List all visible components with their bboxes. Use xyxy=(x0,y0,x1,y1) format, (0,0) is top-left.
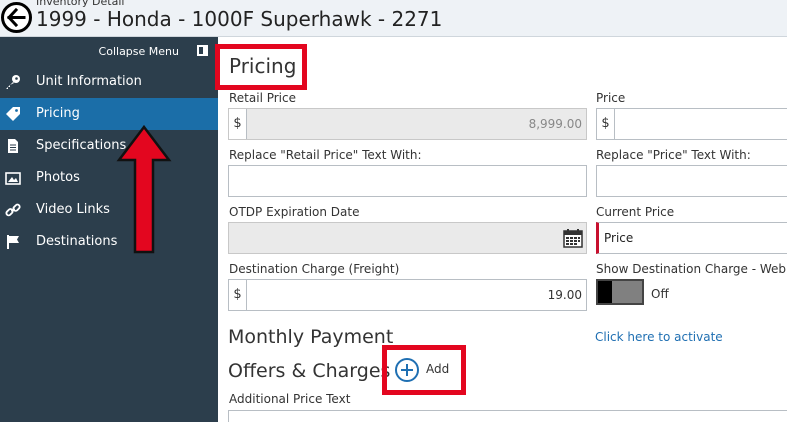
sidebar-item-photos[interactable]: Photos xyxy=(0,162,218,194)
currency-addon: $ xyxy=(229,109,247,139)
currency-addon: $ xyxy=(229,280,247,310)
sidebar-item-pricing[interactable]: Pricing xyxy=(0,98,218,130)
image-icon xyxy=(5,172,21,185)
sidebar-item-label: Photos xyxy=(36,170,80,185)
otdp-label: OTDP Expiration Date xyxy=(229,205,360,219)
sidebar-item-label: Unit Information xyxy=(36,74,142,89)
additional-price-input[interactable] xyxy=(228,410,787,422)
calendar-icon[interactable] xyxy=(563,228,583,248)
sidebar: Collapse Menu Unit Information Pricing S… xyxy=(0,37,218,422)
destination-charge-value: 19.00 xyxy=(547,288,582,302)
sidebar-item-video-links[interactable]: Video Links xyxy=(0,194,218,226)
flag-icon xyxy=(7,235,19,249)
retail-price-label: Retail Price xyxy=(229,91,296,105)
page: Inventory Detail 1999 - Honda - 1000F Su… xyxy=(0,0,787,422)
add-offer-button[interactable]: Add xyxy=(395,357,461,383)
replace-price-input[interactable] xyxy=(596,165,787,197)
sidebar-item-label: Pricing xyxy=(36,106,80,121)
otdp-date-input[interactable] xyxy=(228,222,587,254)
sidebar-item-destinations[interactable]: Destinations xyxy=(0,226,218,258)
current-price-value: Price xyxy=(604,231,634,245)
collapse-icon xyxy=(197,45,208,56)
activate-monthly-link[interactable]: Click here to activate xyxy=(595,330,723,344)
page-title: 1999 - Honda - 1000F Superhawk - 2271 xyxy=(36,7,443,31)
pricing-title: Pricing xyxy=(229,54,297,78)
replace-price-label: Replace "Price" Text With: xyxy=(596,148,751,162)
annotation-arrow xyxy=(116,124,172,254)
toggle-knob xyxy=(598,281,612,303)
collapse-menu-label: Collapse Menu xyxy=(98,45,179,58)
current-price-select[interactable]: Price xyxy=(596,222,787,254)
show-destination-toggle[interactable] xyxy=(596,279,644,305)
sidebar-item-specifications[interactable]: Specifications xyxy=(0,130,218,162)
sidebar-item-unit-information[interactable]: Unit Information xyxy=(0,66,218,98)
price-label: Price xyxy=(596,91,626,105)
document-icon xyxy=(8,139,18,153)
monthly-payment-title: Monthly Payment xyxy=(228,326,394,348)
tag-icon xyxy=(6,107,20,121)
collapse-menu-button[interactable]: Collapse Menu xyxy=(0,37,218,66)
replace-retail-label: Replace "Retail Price" Text With: xyxy=(229,148,422,162)
add-label: Add xyxy=(426,362,450,376)
offers-charges-title: Offers & Charges xyxy=(228,360,391,382)
plus-circle-icon xyxy=(395,358,419,382)
current-price-label: Current Price xyxy=(596,205,675,219)
key-icon xyxy=(6,75,20,89)
destination-charge-input[interactable]: $ 19.00 xyxy=(228,279,587,311)
price-field[interactable]: $ xyxy=(596,108,787,140)
replace-retail-input[interactable] xyxy=(228,165,587,197)
toggle-state-label: Off xyxy=(651,287,669,301)
sidebar-item-label: Specifications xyxy=(36,138,127,153)
destination-charge-label: Destination Charge (Freight) xyxy=(229,262,400,276)
sidebar-item-label: Destinations xyxy=(36,234,118,249)
link-icon xyxy=(5,203,21,217)
currency-addon: $ xyxy=(597,109,615,139)
retail-price-value: 8,999.00 xyxy=(528,117,582,131)
additional-price-label: Additional Price Text xyxy=(229,392,351,406)
main-content: Pricing Retail Price $ 8,999.00 Price $ … xyxy=(215,37,787,422)
header-bar: Inventory Detail 1999 - Honda - 1000F Su… xyxy=(0,0,787,37)
back-button[interactable] xyxy=(1,2,32,33)
back-arrow-icon xyxy=(7,8,26,27)
sidebar-item-label: Video Links xyxy=(36,202,110,217)
retail-price-field: $ 8,999.00 xyxy=(228,108,587,140)
show-destination-label: Show Destination Charge - Web xyxy=(596,262,787,276)
